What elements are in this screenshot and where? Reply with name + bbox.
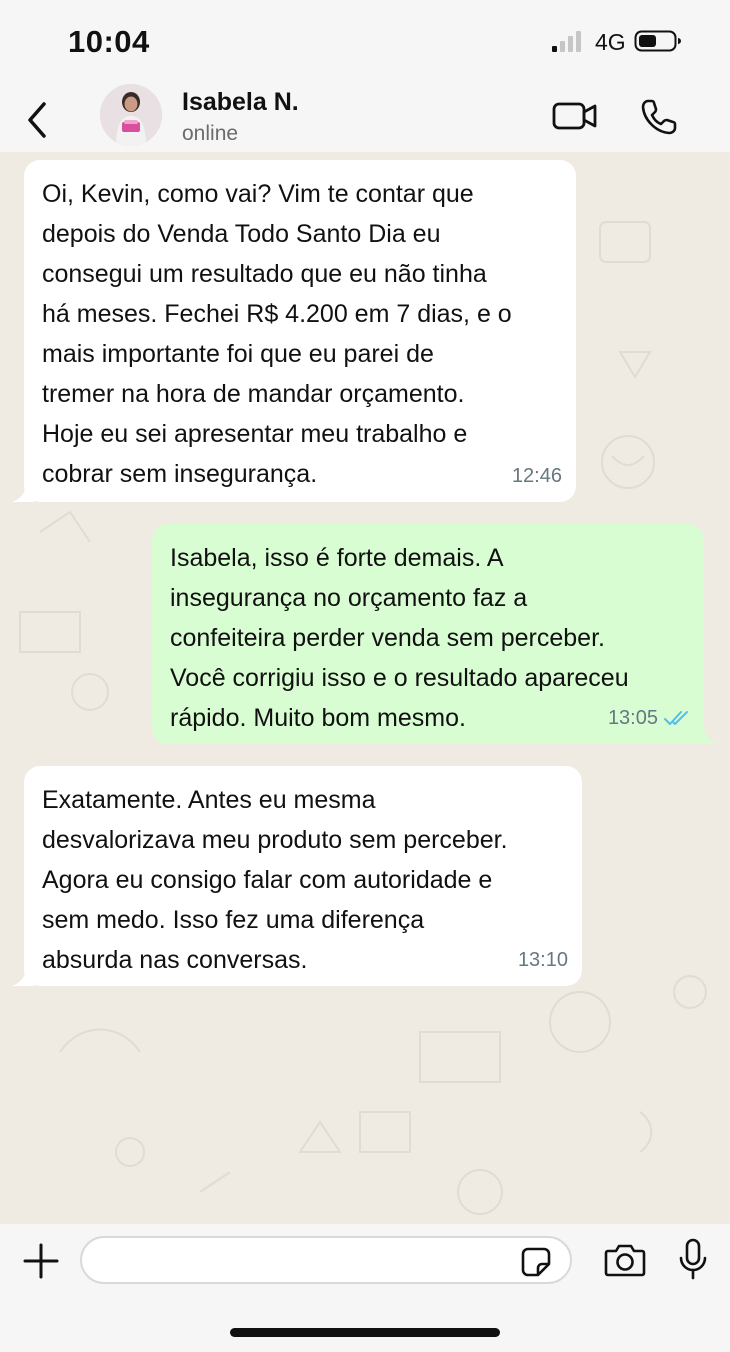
bubble-tail (12, 482, 34, 502)
message-time: 13:10 (517, 949, 568, 971)
message-text: Exatamente. Antes eu mesma desvalorizava… (42, 786, 508, 974)
home-indicator (230, 1328, 500, 1337)
sticker-icon[interactable] (520, 1246, 552, 1278)
bubble-tail (12, 966, 34, 986)
message-input[interactable] (80, 1236, 572, 1284)
message-bubble-outgoing[interactable]: Isabela, isso é forte demais. A insegura… (152, 524, 704, 744)
battery-icon (634, 30, 681, 52)
bubble-tail (696, 724, 718, 744)
video-camera-icon[interactable] (552, 100, 598, 132)
avatar[interactable] (100, 84, 162, 146)
input-bar (0, 1224, 730, 1352)
chat-area[interactable]: Oi, Kevin, como vai? Vim te contar que d… (0, 152, 730, 1224)
message-text: Oi, Kevin, como vai? Vim te contar que d… (42, 180, 512, 488)
cellular-signal-icon (552, 31, 581, 52)
message-bubble-incoming[interactable]: Exatamente. Antes eu mesma desvalorizava… (24, 766, 582, 986)
status-bar: 10:04 4G (0, 0, 730, 84)
chevron-left-icon[interactable] (22, 100, 52, 140)
status-time: 10:04 (68, 24, 150, 59)
message-time: 13:05 (607, 707, 658, 729)
camera-icon[interactable] (604, 1242, 646, 1278)
plus-icon[interactable] (22, 1242, 60, 1280)
message-time: 12:46 (511, 465, 562, 487)
network-type: 4G (595, 29, 626, 55)
chat-header: Isabela N. online (0, 84, 730, 152)
double-check-icon (664, 711, 688, 725)
contact-status: online (182, 122, 239, 145)
phone-icon[interactable] (640, 98, 678, 136)
microphone-icon[interactable] (678, 1238, 708, 1280)
message-bubble-incoming[interactable]: Oi, Kevin, como vai? Vim te contar que d… (24, 160, 576, 502)
contact-name[interactable]: Isabela N. (182, 88, 299, 117)
